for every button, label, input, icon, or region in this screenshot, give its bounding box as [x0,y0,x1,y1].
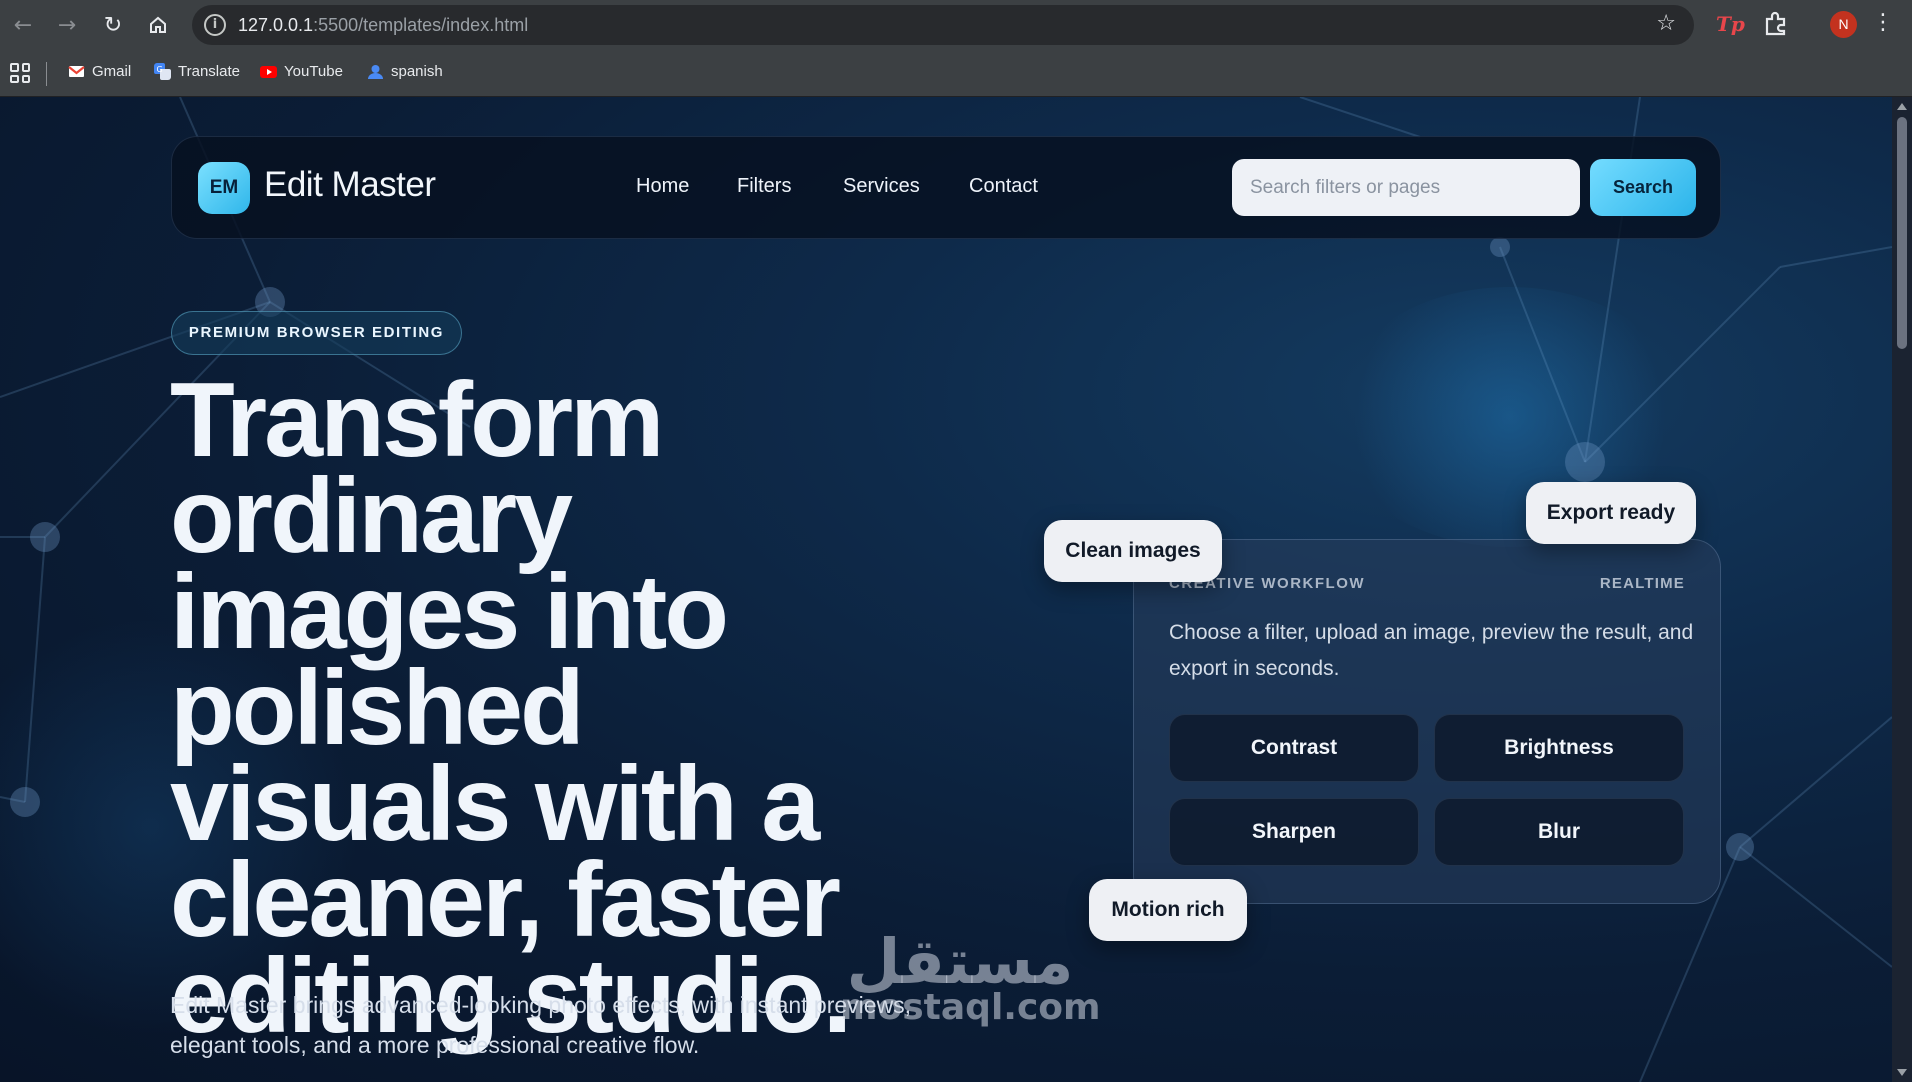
filter-sharpen-button[interactable]: Sharpen [1169,798,1419,866]
menu-kebab-icon[interactable]: ⋮ [1872,10,1894,35]
browser-toolbar: ← → ↻ i 127.0.0.1:5500/templates/index.h… [0,0,1912,50]
card-description: Choose a filter, upload an image, previe… [1169,621,1694,680]
extension-tp-icon[interactable]: Tp [1716,12,1745,36]
back-icon[interactable]: ← [10,12,36,38]
realtime-tag: REALTIME [1599,575,1685,592]
brand-name[interactable]: Edit Master [264,165,436,205]
youtube-icon [260,66,277,78]
nav-contact[interactable]: Contact [969,175,1038,198]
clean-images-chip: Clean images [1044,520,1222,582]
extensions-puzzle-icon[interactable] [1762,10,1790,38]
workflow-card: CREATIVE WORKFLOW REALTIME Choose a filt… [1133,539,1721,904]
nav-home[interactable]: Home [636,175,689,198]
address-bar[interactable]: i 127.0.0.1:5500/templates/index.html ☆ [192,5,1694,45]
bookmark-label: Gmail [92,63,132,80]
bookmarks-divider [46,62,47,86]
nav-filters[interactable]: Filters [737,175,791,198]
watermark: مستقل mostaql.com [840,925,1101,1028]
scroll-thumb[interactable] [1897,117,1907,349]
forward-icon[interactable]: → [54,12,80,38]
export-ready-chip: Export ready [1526,482,1696,544]
scroll-up-arrow-icon[interactable] [1897,103,1907,110]
page-viewport: EM Edit Master Home Filters Services Con… [0,97,1892,1082]
bookmark-spanish[interactable]: spanish [367,63,443,80]
folder-icon [368,65,383,79]
page-scrollbar[interactable] [1892,97,1912,1082]
gmail-icon [68,66,85,77]
watermark-arabic: مستقل [846,925,1074,998]
url-text: 127.0.0.1:5500/templates/index.html [238,15,528,36]
bookmark-label: Translate [178,63,240,80]
watermark-latin: mostaql.com [840,987,1101,1028]
profile-avatar[interactable]: N [1830,11,1857,38]
svg-text:G: G [157,65,163,74]
translate-icon: G [154,63,171,80]
bookmark-label: YouTube [284,63,343,80]
bookmarks-bar: Gmail G Translate YouTube spanish [0,50,1912,97]
filter-brightness-button[interactable]: Brightness [1434,714,1684,782]
bookmark-youtube[interactable]: YouTube [260,63,343,80]
bookmark-gmail[interactable]: Gmail [68,63,131,80]
motion-rich-chip: Motion rich [1089,879,1247,941]
logo-badge[interactable]: EM [198,162,250,214]
url-host: 127.0.0.1 [238,15,314,35]
hero-badge: PREMIUM BROWSER EDITING [171,311,462,355]
bookmark-translate[interactable]: G Translate [154,63,240,80]
nav-services[interactable]: Services [843,175,920,198]
search-input[interactable] [1232,159,1580,216]
url-path: :5500/templates/index.html [313,15,529,35]
site-info-icon[interactable]: i [204,14,226,36]
bookmark-label: spanish [391,63,443,80]
home-icon[interactable] [145,12,171,38]
scroll-down-arrow-icon[interactable] [1897,1069,1907,1076]
search-button[interactable]: Search [1590,159,1696,216]
site-header: EM Edit Master Home Filters Services Con… [171,136,1721,239]
filter-contrast-button[interactable]: Contrast [1169,714,1419,782]
bookmark-star-icon[interactable]: ☆ [1656,11,1676,36]
reload-icon[interactable]: ↻ [100,12,126,38]
apps-grid-icon[interactable] [10,63,30,83]
hero-title: Transform ordinary images into polished … [170,361,852,1055]
filter-blur-button[interactable]: Blur [1434,798,1684,866]
